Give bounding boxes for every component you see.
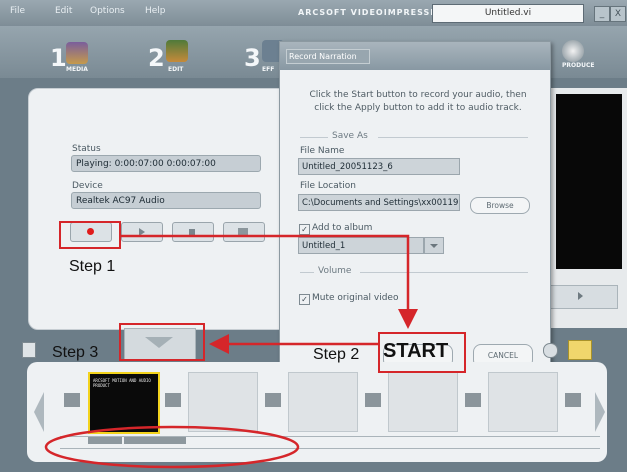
arrow-step1-to-step2 — [121, 234, 418, 329]
audio-track-highlight — [44, 425, 300, 469]
annotation-arrows — [44, 234, 418, 469]
